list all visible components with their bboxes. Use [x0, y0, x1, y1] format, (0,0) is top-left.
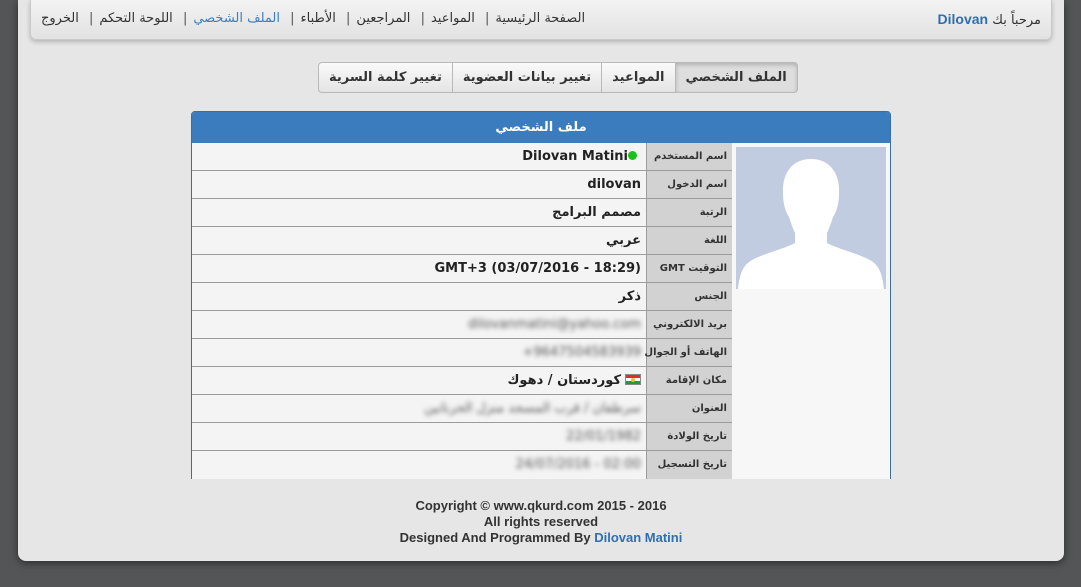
row-label: بريد الالكتروني — [646, 311, 732, 338]
profile-tabs: الملف الشخصي المواعيد تغيير بيانات العضو… — [318, 62, 798, 93]
table-row: dilovanmatini@yahoo.com بريد الالكتروني — [192, 311, 732, 339]
rights-text: All rights reserved — [483, 514, 599, 529]
registration-date-value: 24/07/2016 - 02:00 — [515, 457, 641, 472]
row-value: Dilovan Matini — [522, 149, 628, 164]
row-label: تاريخ الولادة — [646, 423, 732, 450]
tab-edit-membership[interactable]: تغيير بيانات العضوية — [451, 62, 603, 93]
nav-appointments[interactable]: المواعيد — [431, 11, 475, 26]
page-card: مرحباً بك Dilovan الصفحة الرئيسية | الموا… — [18, 0, 1064, 561]
nav-separator: | — [485, 11, 490, 26]
nav-profile[interactable]: الملف الشخصي — [193, 11, 280, 26]
row-label: اللغة — [646, 227, 732, 254]
row-value: dilovan — [192, 171, 646, 198]
copyright-text: Copyright © www.qkurd.com 2015 - 2016 — [415, 498, 667, 513]
main-nav: الصفحة الرئيسية | المواعيد | المراجعين | ال… — [41, 11, 585, 26]
email-value: dilovanmatini@yahoo.com — [468, 317, 641, 332]
profile-panel: ملف الشخصي Dilovan Matini اسم المستخدم d… — [191, 111, 891, 479]
row-label: مكان الإقامة — [646, 367, 732, 394]
top-navbar: مرحباً بك Dilovan الصفحة الرئيسية | الموا… — [30, 0, 1052, 40]
row-value: GMT+3 (03/07/2016 - 18:29) — [192, 255, 646, 282]
author-link[interactable]: Dilovan Matini — [594, 530, 682, 545]
nav-control-panel[interactable]: اللوحة التحكم — [99, 11, 172, 26]
table-row: +9647504583939 الهاتف أو الجوال — [192, 339, 732, 367]
phone-value: +9647504583939 — [522, 345, 641, 360]
avatar — [736, 147, 886, 289]
row-label: الهاتف أو الجوال — [644, 339, 732, 366]
profile-rows: Dilovan Matini اسم المستخدم dilovan اسم … — [192, 143, 732, 479]
table-row: Dilovan Matini اسم المستخدم — [192, 143, 732, 171]
address-value: سرطفان / قرب المسجد منزل الحرنانين — [424, 401, 641, 416]
row-label: اسم الدخول — [646, 171, 732, 198]
row-value: +9647504583939 — [192, 339, 646, 366]
row-value: 24/07/2016 - 02:00 — [192, 451, 646, 479]
welcome-text: مرحباً بك — [992, 13, 1041, 28]
row-value: عربي — [192, 227, 646, 254]
table-row: 24/07/2016 - 02:00 تاريخ التسجيل — [192, 451, 732, 479]
tab-profile[interactable]: الملف الشخصي — [674, 62, 798, 93]
row-value: مصمم البرامج — [192, 199, 646, 226]
user-silhouette-icon — [736, 147, 886, 289]
avatar-cell — [731, 143, 890, 479]
panel-title: ملف الشخصي — [192, 112, 890, 143]
tab-change-password[interactable]: تغيير كلمة السرية — [318, 62, 453, 93]
birthdate-value: 22/01/1982 — [566, 429, 641, 444]
online-status-icon — [628, 151, 637, 160]
nav-separator: | — [290, 11, 295, 26]
credits-prefix: Designed And Programmed By — [399, 530, 591, 545]
nav-separator: | — [346, 11, 351, 26]
row-value: سرطفان / قرب المسجد منزل الحرنانين — [192, 395, 646, 422]
nav-separator: | — [182, 11, 188, 26]
nav-home[interactable]: الصفحة الرئيسية — [495, 11, 585, 26]
nav-separator: | — [88, 11, 94, 26]
credits-line: Designed And Programmed By Dilovan Matin… — [18, 530, 1064, 546]
table-row: 22/01/1982 تاريخ الولادة — [192, 423, 732, 451]
timezone-value: GMT+3 (03/07/2016 - 18:29) — [434, 261, 641, 276]
nav-separator: | — [420, 11, 425, 26]
welcome-username[interactable]: Dilovan — [938, 11, 989, 27]
row-value: dilovanmatini@yahoo.com — [192, 311, 646, 338]
table-row: GMT+3 (03/07/2016 - 18:29) التوقيت GMT — [192, 255, 732, 283]
row-label: العنوان — [646, 395, 732, 422]
username-value: Dilovan Matini — [192, 143, 646, 170]
table-row: سرطفان / قرب المسجد منزل الحرنانين العنو… — [192, 395, 732, 423]
row-label: الرتبة — [646, 199, 732, 226]
footer: Copyright © www.qkurd.com 2015 - 2016 Al… — [18, 498, 1064, 546]
table-row: ذكر الجنس — [192, 283, 732, 311]
table-row: كوردستان / دهوك مكان الإقامة — [192, 367, 732, 395]
table-row: عربي اللغة — [192, 227, 732, 255]
row-value: كوردستان / دهوك — [507, 373, 621, 388]
nav-logout[interactable]: الخروج — [41, 11, 79, 26]
table-row: dilovan اسم الدخول — [192, 171, 732, 199]
nav-patients[interactable]: المراجعين — [356, 11, 410, 26]
row-label: تاريخ التسجيل — [646, 451, 732, 479]
row-value: 22/01/1982 — [192, 423, 646, 450]
tab-appointments[interactable]: المواعيد — [601, 62, 676, 93]
row-label: اسم المستخدم — [646, 143, 732, 170]
residence-value: كوردستان / دهوك — [192, 367, 646, 394]
row-label: الجنس — [646, 283, 732, 310]
nav-doctors[interactable]: الأطباء — [301, 11, 336, 26]
row-label: التوقيت GMT — [646, 255, 732, 282]
row-value: ذكر — [192, 283, 646, 310]
welcome-message: مرحباً بك Dilovan — [938, 11, 1041, 28]
table-row: مصمم البرامج الرتبة — [192, 199, 732, 227]
kurdistan-flag-icon — [625, 374, 641, 385]
